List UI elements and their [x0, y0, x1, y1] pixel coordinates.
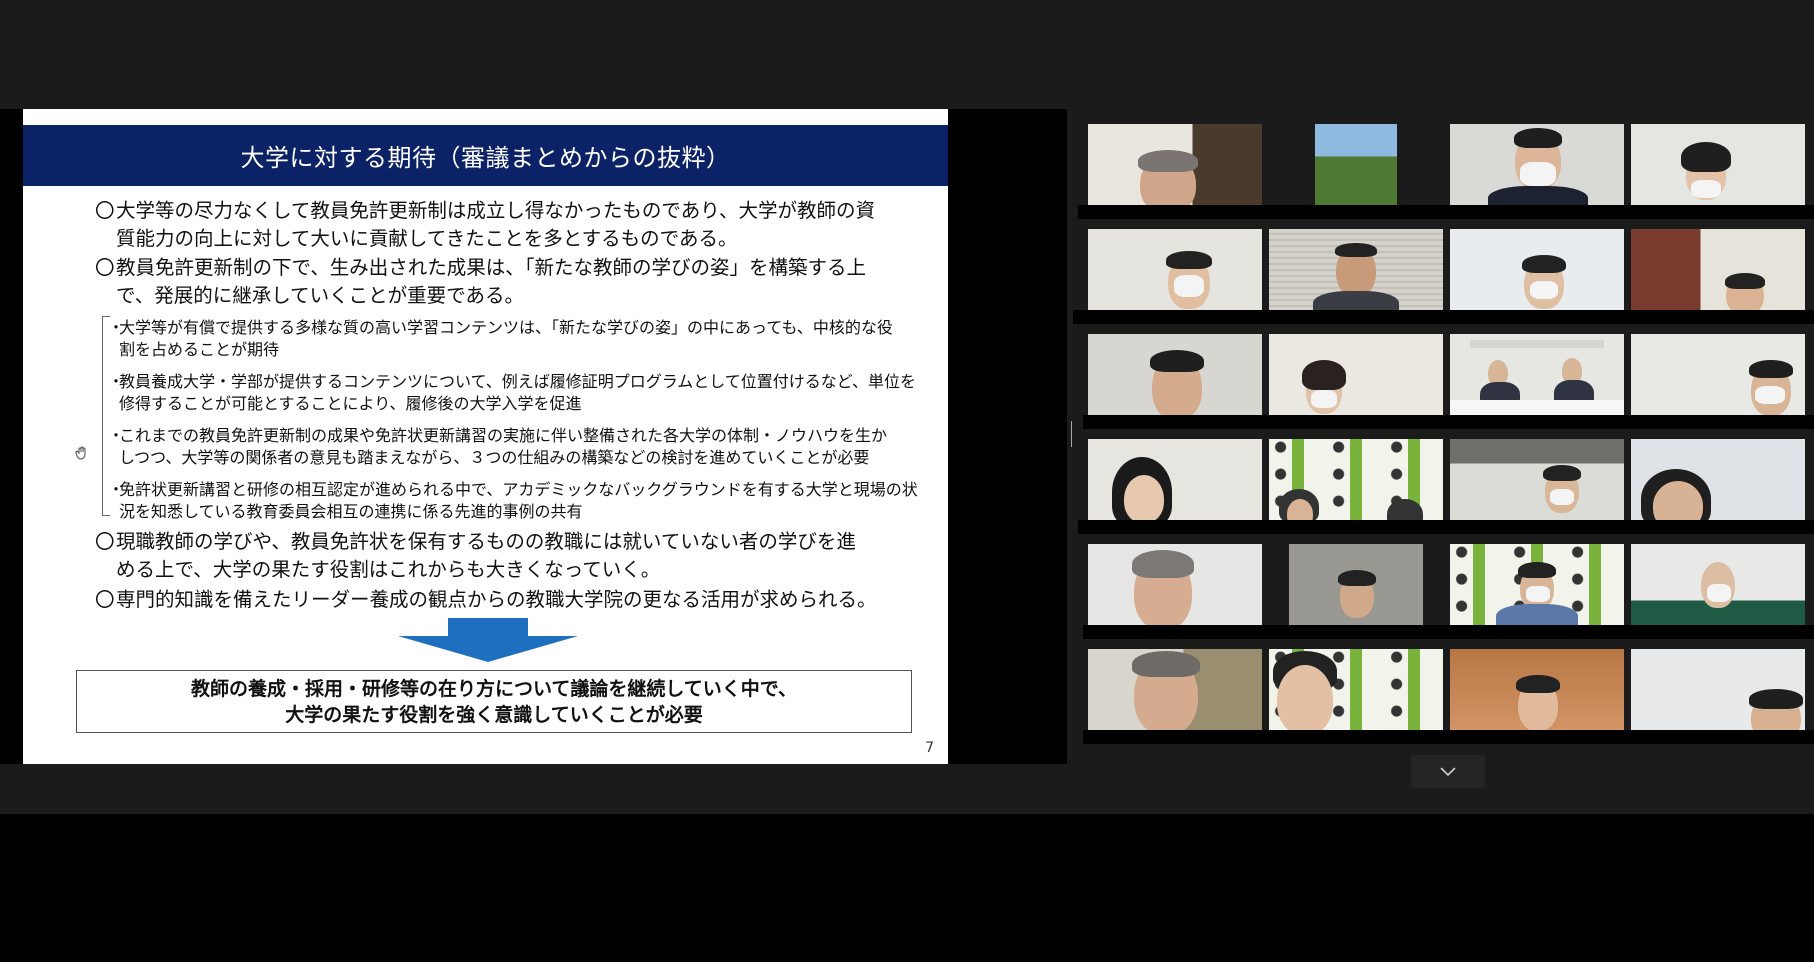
slide-page-number: 7: [925, 740, 934, 756]
participant-video[interactable]: [1631, 229, 1805, 310]
participant-video[interactable]: [1088, 439, 1262, 520]
slide-bullet-3: 〇 現職教師の学びや、教員免許状を保有するものの教職には就いていない者の学びを進…: [95, 530, 856, 581]
participant-video[interactable]: [1450, 334, 1624, 415]
participant-video[interactable]: [1631, 334, 1805, 415]
screen-share-view[interactable]: 大学に対する期待（審議まとめからの抜粋） 〇 大学等の尽力なくして教員免許更新制…: [0, 109, 1067, 764]
participant-video[interactable]: [1269, 334, 1443, 415]
presentation-slide: 大学に対する期待（審議まとめからの抜粋） 〇 大学等の尽力なくして教員免許更新制…: [23, 109, 948, 764]
slide-bullet-1: 〇 大学等の尽力なくして教員免許更新制は成立し得なかったものであり、大学が教師の…: [95, 199, 875, 250]
zoom-meeting-window: 大学に対する期待（審議まとめからの抜粋） 〇 大学等の尽力なくして教員免許更新制…: [0, 0, 1814, 962]
participant-video[interactable]: [1450, 439, 1624, 520]
name-label-bar: [1083, 625, 1814, 639]
slide-conclusion-box: 教師の養成・採用・研修等の在り方について議論を継続していく中で、 大学の果たす役…: [76, 670, 912, 733]
name-label-bar: [1078, 205, 1814, 219]
slide-bullet-2: 〇 教員免許更新制の下で、生み出された成果は、「新たな教師の学びの姿」を構築する…: [95, 256, 866, 307]
participant-video[interactable]: [1269, 229, 1443, 310]
participant-video[interactable]: [1088, 649, 1262, 730]
participant-video[interactable]: [1088, 124, 1262, 205]
top-toolbar-area: [0, 0, 1814, 109]
participant-video[interactable]: [1088, 334, 1262, 415]
participant-video-active-speaker[interactable]: [1450, 124, 1624, 205]
name-label-bar: [1083, 730, 1814, 744]
empty-area: [0, 814, 1814, 962]
slide-bullet-4: 〇 専門的知識を備えたリーダー養成の観点からの教職大学院の更なる活用が求められる…: [95, 588, 877, 611]
conclusion-line-1: 教師の養成・採用・研修等の在り方について議論を継続していく中で、: [190, 677, 798, 700]
participant-video[interactable]: [1269, 124, 1443, 205]
name-label-bar: [1073, 310, 1814, 324]
slide-subbullet-4: ・ 免許状更新講習と研修の相互認定が進められる中で、アカデミックなバックグラウン…: [108, 480, 918, 521]
name-label-bar: [1078, 520, 1814, 534]
participant-gallery: [1073, 109, 1814, 764]
participant-video[interactable]: [1088, 229, 1262, 310]
participant-video[interactable]: [1269, 439, 1443, 520]
down-arrow-icon: [398, 618, 578, 662]
participant-video[interactable]: [1631, 544, 1805, 625]
slide-subbullet-3: ・ これまでの教員免許更新制の成果や免許状更新講習の実施に伴い整備された各大学の…: [108, 426, 888, 467]
meeting-bottom-bar: [0, 764, 1814, 814]
participant-video[interactable]: [1269, 544, 1443, 625]
gallery-scroll-down-button[interactable]: [1411, 755, 1485, 788]
participant-video[interactable]: [1631, 649, 1805, 730]
participant-video[interactable]: [1450, 229, 1624, 310]
participant-video[interactable]: [1269, 649, 1443, 730]
participant-video[interactable]: [1450, 544, 1624, 625]
participant-video[interactable]: [1631, 439, 1805, 520]
slide-subbullet-1: ・ 大学等が有償で提供する多様な質の高い学習コンテンツは、「新たな学びの姿」の中…: [108, 318, 893, 359]
raised-hand-icon: [75, 446, 89, 460]
conclusion-line-2: 大学の果たす役割を強く意識していくことが必要: [285, 703, 703, 726]
participant-video[interactable]: [1631, 124, 1805, 205]
slide-title: 大学に対する期待（審議まとめからの抜粋）: [23, 125, 948, 186]
chevron-down-icon: [1440, 766, 1456, 776]
name-label-bar: [1083, 415, 1814, 429]
participant-video[interactable]: [1088, 544, 1262, 625]
participant-video[interactable]: [1450, 649, 1624, 730]
slide-subbullet-2: ・ 教員養成大学・学部が提供するコンテンツについて、例えば履修証明プログラムとし…: [108, 372, 916, 413]
